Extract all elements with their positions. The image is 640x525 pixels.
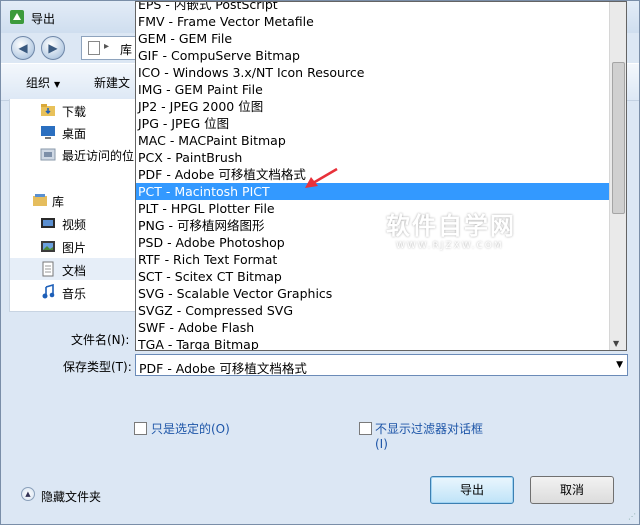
forward-icon[interactable]: ▶ bbox=[41, 36, 65, 60]
filetype-option[interactable]: MAC - MACPaint Bitmap bbox=[136, 132, 611, 149]
sidebar-item-label: 库 bbox=[52, 195, 65, 209]
pointer-arrow-icon bbox=[305, 167, 338, 188]
filetype-option[interactable]: JPG - JPEG 位图 bbox=[136, 115, 611, 132]
sidebar-item-music[interactable]: 音乐 bbox=[10, 281, 140, 303]
videos-icon bbox=[41, 218, 55, 228]
filetype-dropdown-list[interactable]: EPS - 内嵌式 PostScript FMV - Frame Vector … bbox=[135, 1, 627, 351]
pictures-icon bbox=[41, 241, 55, 252]
filetype-option[interactable]: EPS - 内嵌式 PostScript bbox=[136, 2, 611, 13]
sidebar-item-label: 图片 bbox=[62, 241, 87, 255]
sidebar-item-pictures[interactable]: 图片 bbox=[10, 235, 140, 257]
dropdown-scrollbar[interactable]: ▼ bbox=[609, 2, 626, 350]
filename-label: 文件名(N): bbox=[71, 333, 130, 347]
library-icon bbox=[33, 194, 47, 206]
dropdown-arrow-icon: ▼ bbox=[54, 80, 61, 89]
navigation-pane: 下载 桌面 最近访问的位 库 视频 图片 文档 音乐 bbox=[9, 99, 141, 312]
chevron-right-icon[interactable]: ▸ bbox=[104, 41, 109, 52]
app-icon bbox=[10, 10, 24, 24]
music-icon bbox=[42, 284, 55, 299]
address-bar[interactable]: ▸ 库 bbox=[81, 36, 141, 60]
filetype-option[interactable]: GEM - GEM File bbox=[136, 30, 611, 47]
only-selected-label[interactable]: 只是选定的(O) bbox=[151, 420, 230, 437]
filetype-option-selected[interactable]: PCT - Macintosh PICT bbox=[136, 183, 611, 200]
filetype-option[interactable]: PCX - PaintBrush bbox=[136, 149, 611, 166]
filetype-option[interactable]: JP2 - JPEG 2000 位图 bbox=[136, 98, 611, 115]
filetype-option[interactable]: SVGZ - Compressed SVG bbox=[136, 302, 611, 319]
organize-button[interactable]: 组织 ▼ bbox=[26, 74, 60, 91]
recent-places-icon bbox=[40, 148, 56, 161]
filetype-option[interactable]: GIF - CompuServe Bitmap bbox=[136, 47, 611, 64]
filetype-option[interactable]: ICO - Windows 3.x/NT Icon Resource bbox=[136, 64, 611, 81]
sidebar-item-label: 下载 bbox=[62, 105, 87, 119]
filetype-option[interactable]: SWF - Adobe Flash bbox=[136, 319, 611, 336]
watermark: 软件自学网 WWW.RJZXW.COM bbox=[386, 206, 556, 251]
cancel-button[interactable]: 取消 bbox=[530, 476, 614, 504]
export-button[interactable]: 导出 bbox=[430, 476, 514, 504]
back-icon[interactable]: ◀ bbox=[11, 36, 35, 60]
resize-grip-icon[interactable]: ⋰ bbox=[628, 512, 636, 521]
watermark-url: WWW.RJZXW.COM bbox=[396, 241, 504, 251]
address-label: 库 bbox=[120, 43, 133, 57]
no-filter-dialog-label[interactable]: 不显示过滤器对话框 bbox=[375, 420, 483, 437]
download-folder-icon bbox=[41, 104, 55, 116]
filetype-label: 保存类型(T): bbox=[63, 360, 132, 374]
sidebar-item-label: 最近访问的位 bbox=[62, 149, 135, 163]
desktop-icon bbox=[41, 126, 55, 139]
sidebar-item-label: 桌面 bbox=[62, 127, 87, 141]
documents-icon bbox=[42, 261, 54, 277]
sidebar-item-label: 文档 bbox=[62, 264, 87, 278]
export-dialog: 导出 ◀ ▶ ▸ 库 组织 ▼ 新建文 下载 桌面 最近访问的位 库 视频 图片… bbox=[0, 0, 640, 525]
hide-folders-label: 隐藏文件夹 bbox=[41, 490, 102, 504]
sidebar-item-downloads[interactable]: 下载 bbox=[10, 99, 140, 121]
watermark-text: 软件自学网 bbox=[386, 212, 516, 240]
scrollbar-thumb[interactable] bbox=[612, 62, 625, 214]
filetype-option[interactable]: FMV - Frame Vector Metafile bbox=[136, 13, 611, 30]
sidebar-item-label: 视频 bbox=[62, 218, 87, 232]
new-folder-button[interactable]: 新建文 bbox=[94, 74, 130, 91]
scroll-down-icon[interactable]: ▼ bbox=[613, 339, 619, 348]
chevron-down-icon[interactable]: ▼ bbox=[616, 360, 623, 370]
sidebar-item-library[interactable]: 库 bbox=[10, 189, 140, 211]
sidebar-item-desktop[interactable]: 桌面 bbox=[10, 121, 140, 143]
only-selected-checkbox[interactable] bbox=[134, 422, 147, 435]
sidebar-item-label: 音乐 bbox=[62, 287, 87, 301]
no-filter-dialog-checkbox[interactable] bbox=[359, 422, 372, 435]
filetype-option[interactable]: RTF - Rich Text Format bbox=[136, 251, 611, 268]
filetype-value: PDF - Adobe 可移植文档格式 bbox=[139, 361, 307, 376]
filetype-option[interactable]: SVG - Scalable Vector Graphics bbox=[136, 285, 611, 302]
organize-label: 组织 bbox=[26, 76, 51, 90]
dialog-title: 导出 bbox=[31, 12, 56, 26]
filetype-select[interactable]: PDF - Adobe 可移植文档格式 ▼ bbox=[135, 354, 628, 376]
sidebar-item-documents[interactable]: 文档 bbox=[10, 258, 140, 280]
collapse-up-icon[interactable]: ▲ bbox=[21, 487, 35, 501]
no-filter-dialog-key: (I) bbox=[375, 437, 388, 451]
sidebar-item-recent[interactable]: 最近访问的位 bbox=[10, 143, 140, 165]
page-icon bbox=[88, 41, 100, 55]
sidebar-item-videos[interactable]: 视频 bbox=[10, 212, 140, 234]
filetype-option[interactable]: PDF - Adobe 可移植文档格式 bbox=[136, 166, 611, 183]
filetype-option[interactable]: IMG - GEM Paint File bbox=[136, 81, 611, 98]
filetype-option[interactable]: TGA - Targa Bitmap bbox=[136, 336, 611, 350]
filetype-option[interactable]: SCT - Scitex CT Bitmap bbox=[136, 268, 611, 285]
